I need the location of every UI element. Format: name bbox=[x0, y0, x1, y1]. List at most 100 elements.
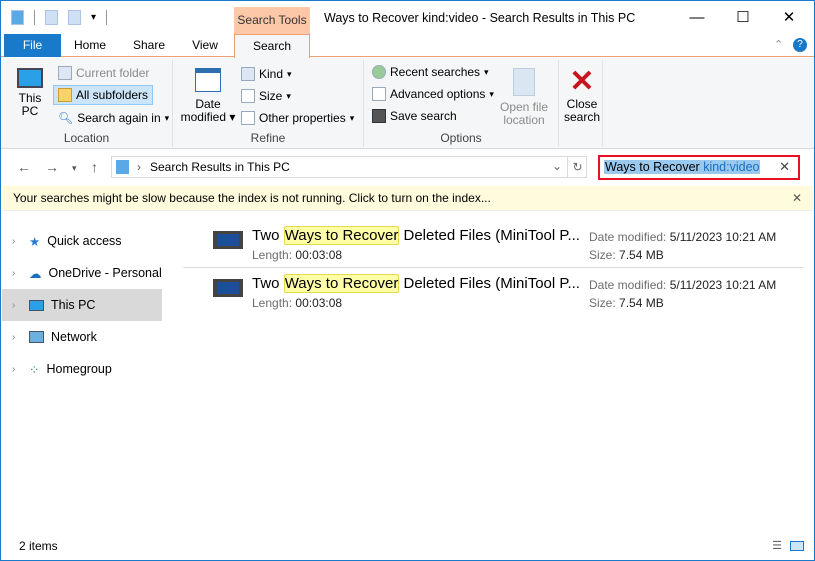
sidebar-item-quick-access[interactable]: › ★ Quick access bbox=[2, 225, 162, 257]
chevron-right-icon[interactable]: › bbox=[12, 236, 22, 247]
search-input[interactable]: Ways to Recover kind:video ✕ bbox=[598, 155, 800, 180]
file-name: Two Ways to Recover Deleted Files (MiniT… bbox=[252, 274, 580, 293]
explorer-window: ▾ Search Tools Ways to Recover kind:vide… bbox=[0, 0, 815, 561]
search-results-icon bbox=[116, 160, 129, 174]
recent-searches-button[interactable]: Recent searches ▾ bbox=[372, 65, 489, 79]
dropdown-icon: ▾ bbox=[484, 66, 489, 77]
chevron-right-icon[interactable]: › bbox=[12, 332, 22, 343]
large-icons-view-icon[interactable] bbox=[790, 541, 804, 551]
label: search bbox=[563, 110, 601, 124]
collapse-ribbon-icon[interactable]: ⌃ bbox=[774, 38, 783, 51]
refine-group: Date modified ▾ Kind ▾ Size ▾ Other proper… bbox=[173, 60, 364, 147]
size-button[interactable]: Size ▾ bbox=[241, 89, 291, 103]
search-icon: 🔍︎ bbox=[58, 111, 74, 125]
chevron-right-icon[interactable]: › bbox=[12, 364, 22, 375]
new-folder-icon[interactable] bbox=[68, 10, 81, 25]
length-label: Length: bbox=[252, 296, 293, 310]
close-button[interactable]: ✕ bbox=[766, 1, 812, 34]
ribbon: This PC Current folder All subfolders 🔍︎… bbox=[1, 58, 814, 149]
clear-search-icon[interactable]: ✕ bbox=[779, 159, 790, 175]
group-label: Location bbox=[63, 131, 110, 145]
label: location bbox=[503, 113, 545, 127]
size-label: Size: bbox=[589, 248, 616, 262]
kind-icon bbox=[241, 67, 255, 81]
address-dropdown-icon[interactable]: ⌄ bbox=[552, 159, 562, 173]
sidebar-item-network[interactable]: › Network bbox=[2, 321, 162, 353]
breadcrumb[interactable]: Search Results in This PC bbox=[150, 160, 290, 174]
folder-icon bbox=[11, 10, 24, 25]
tab-search[interactable]: Search bbox=[234, 34, 310, 58]
other-properties-button[interactable]: Other properties ▾ bbox=[241, 111, 354, 125]
result-item[interactable]: Two Ways to Recover Deleted Files (MiniT… bbox=[183, 271, 803, 317]
tab-share[interactable]: Share bbox=[123, 34, 175, 57]
save-icon bbox=[372, 109, 386, 123]
label: Advanced options bbox=[390, 87, 486, 101]
open-file-location-button[interactable]: Open file location bbox=[496, 68, 552, 127]
info-text[interactable]: Your searches might be slow because the … bbox=[13, 191, 491, 205]
dropdown-icon: ▾ bbox=[489, 88, 494, 99]
tab-view[interactable]: View bbox=[181, 34, 229, 57]
customize-dropdown-icon[interactable]: ▾ bbox=[91, 12, 96, 23]
cloud-icon: ☁ bbox=[29, 266, 42, 281]
dismiss-icon[interactable]: ✕ bbox=[792, 186, 802, 211]
recent-locations-icon[interactable]: ▾ bbox=[72, 163, 77, 174]
chevron-right-icon[interactable]: › bbox=[12, 300, 22, 311]
sidebar-item-homegroup[interactable]: › ⁘ Homegroup bbox=[2, 353, 162, 385]
subfolders-icon bbox=[58, 88, 72, 102]
forward-button[interactable]: → bbox=[45, 159, 59, 175]
minimize-button[interactable]: — bbox=[674, 1, 720, 34]
save-search-button[interactable]: Save search bbox=[372, 109, 457, 123]
calendar-icon bbox=[195, 68, 221, 92]
date-modified-button[interactable]: Date modified ▾ bbox=[179, 68, 237, 124]
back-button[interactable]: ← bbox=[17, 159, 31, 175]
current-folder-button[interactable]: Current folder bbox=[58, 66, 149, 80]
close-group: ✕ Close search bbox=[559, 60, 603, 147]
label: All subfolders bbox=[76, 88, 149, 102]
dropdown-icon: ▾ bbox=[164, 112, 170, 123]
search-highlight: Ways to Recover bbox=[283, 226, 400, 245]
sidebar-item-onedrive[interactable]: › ☁ OneDrive - Personal bbox=[2, 257, 162, 289]
label: modified bbox=[180, 110, 226, 124]
details-view-icon[interactable]: ☰ bbox=[772, 539, 782, 552]
label: Network bbox=[51, 330, 97, 344]
up-button[interactable]: ↑ bbox=[91, 159, 98, 175]
index-info-bar[interactable]: Your searches might be slow because the … bbox=[2, 186, 814, 211]
size-value: 7.54 MB bbox=[619, 248, 664, 262]
address-input[interactable]: › Search Results in This PC ⌄ ↻ bbox=[111, 156, 587, 178]
file-name: Two Ways to Recover Deleted Files (MiniT… bbox=[252, 226, 580, 245]
sidebar-item-this-pc[interactable]: › This PC bbox=[2, 289, 162, 321]
size-label: Size: bbox=[589, 296, 616, 310]
help-icon[interactable]: ? bbox=[793, 38, 807, 52]
video-file-icon bbox=[213, 231, 243, 249]
video-file-icon bbox=[213, 279, 243, 297]
label: Save search bbox=[390, 109, 457, 123]
divider bbox=[106, 10, 108, 25]
breadcrumb-separator: › bbox=[137, 160, 141, 174]
search-kind: kind:video bbox=[703, 160, 760, 174]
search-again-in-button[interactable]: 🔍︎ Search again in ▾ bbox=[58, 111, 169, 125]
search-highlight: Ways to Recover bbox=[283, 274, 400, 293]
label: Size bbox=[259, 89, 283, 103]
length-value: 00:03:08 bbox=[295, 248, 343, 262]
this-pc-button[interactable]: This PC bbox=[13, 68, 47, 118]
search-term: Ways to Recover bbox=[605, 160, 700, 174]
chevron-right-icon[interactable]: › bbox=[12, 268, 22, 279]
kind-button[interactable]: Kind ▾ bbox=[241, 67, 292, 81]
homegroup-icon: ⁘ bbox=[29, 362, 40, 377]
close-search-button[interactable]: ✕ Close search bbox=[563, 66, 601, 124]
title-bar: ▾ Search Tools Ways to Recover kind:vide… bbox=[1, 1, 814, 34]
advanced-options-button[interactable]: Advanced options ▾ bbox=[372, 87, 494, 101]
group-label: Options bbox=[440, 131, 482, 145]
refresh-icon[interactable]: ↻ bbox=[567, 157, 587, 177]
divider bbox=[34, 10, 35, 25]
maximize-button[interactable]: ☐ bbox=[720, 1, 766, 34]
tab-file[interactable]: File bbox=[4, 34, 61, 57]
group-label: Refine bbox=[250, 131, 286, 145]
tab-home[interactable]: Home bbox=[64, 34, 116, 57]
all-subfolders-button[interactable]: All subfolders bbox=[53, 85, 154, 105]
properties-icon[interactable] bbox=[45, 10, 58, 25]
properties-icon bbox=[241, 111, 255, 125]
date-label: Date modified: bbox=[589, 278, 667, 292]
result-item[interactable]: Two Ways to Recover Deleted Files (MiniT… bbox=[183, 223, 803, 269]
date-label: Date modified: bbox=[589, 230, 667, 244]
